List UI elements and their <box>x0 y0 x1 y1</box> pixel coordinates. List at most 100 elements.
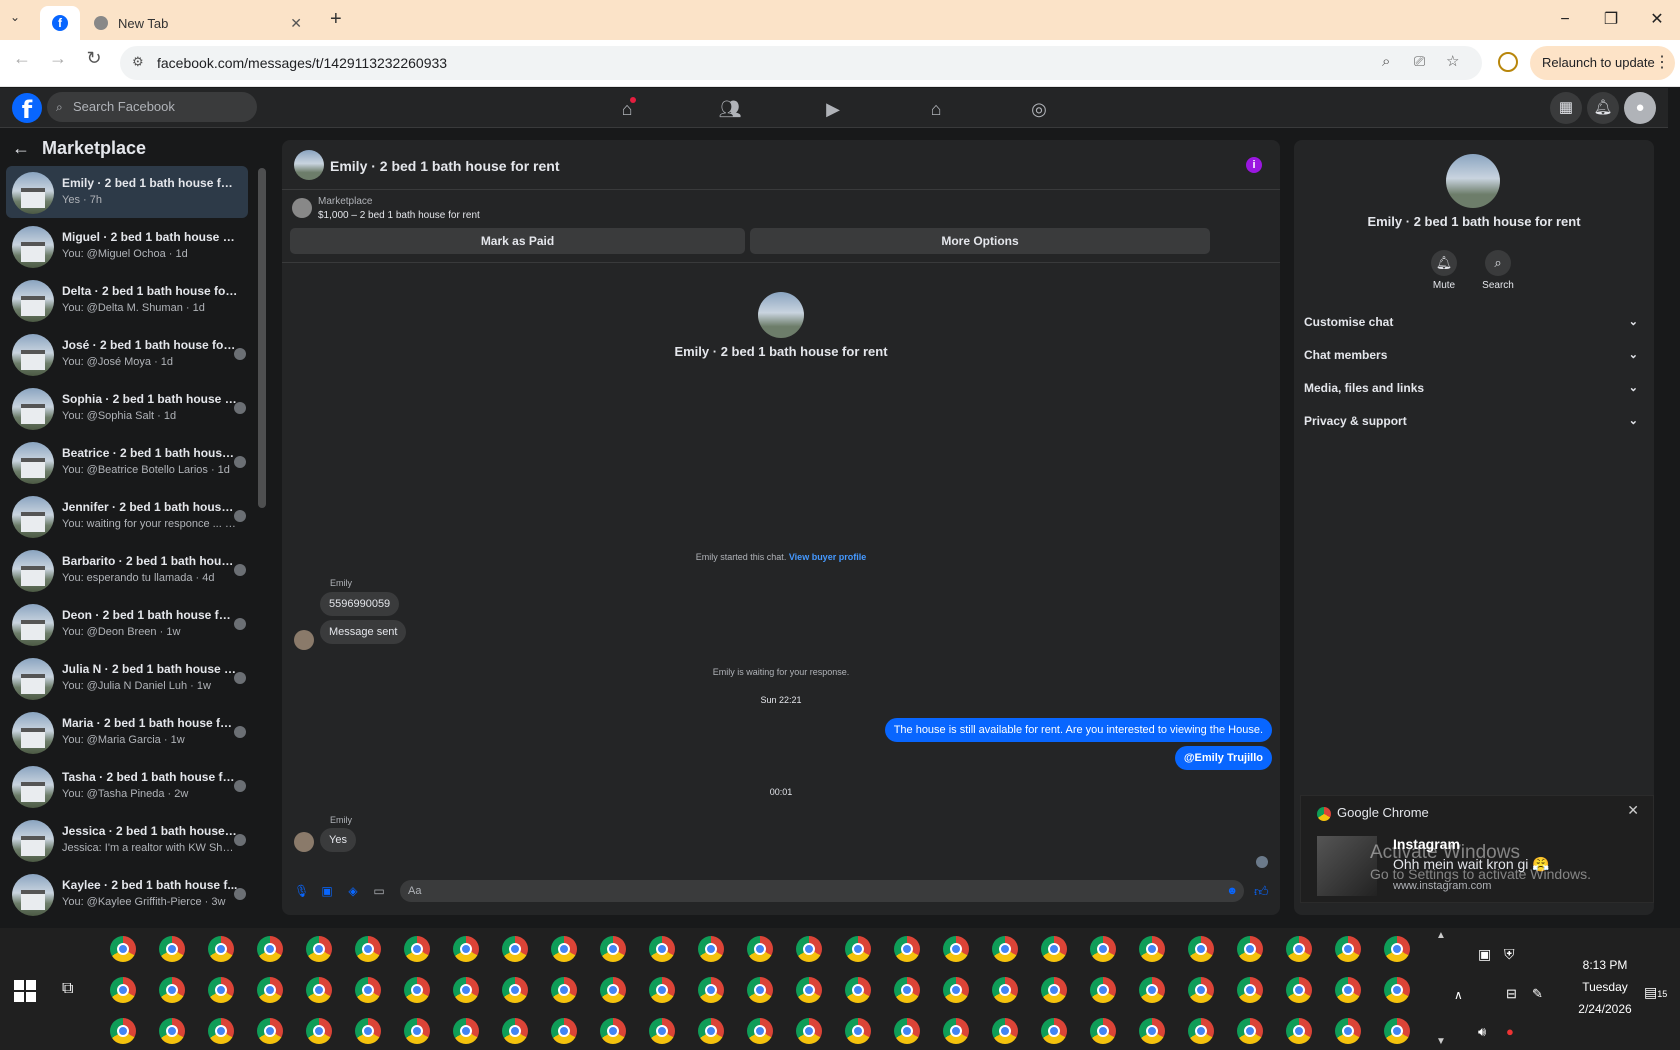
chrome-taskbar-icon[interactable] <box>1335 977 1361 1003</box>
meet-icon[interactable]: ▣ <box>1478 946 1491 963</box>
chrome-taskbar-icon[interactable] <box>796 936 822 962</box>
chrome-taskbar-icon[interactable] <box>1286 1018 1312 1044</box>
chrome-taskbar-icon[interactable] <box>796 977 822 1003</box>
notification-close-icon[interactable]: ✕ <box>1627 802 1639 819</box>
info-section-row[interactable]: Media, files and links ⌄ <box>1304 376 1644 400</box>
notification-center-icon[interactable]: ▤15 <box>1644 984 1667 1001</box>
minimize-button[interactable]: − <box>1550 8 1580 32</box>
chrome-taskbar-icon[interactable] <box>1237 936 1263 962</box>
new-tab-button[interactable]: + <box>330 8 342 31</box>
chrome-taskbar-icon[interactable] <box>551 977 577 1003</box>
tab-new-tab[interactable]: New Tab ✕ <box>84 6 314 40</box>
home-icon[interactable]: ⌂ <box>612 94 642 124</box>
photo-icon[interactable]: ▣ <box>320 884 334 898</box>
back-button[interactable]: ← <box>10 46 34 70</box>
taskbar-scroll-down[interactable]: ▼ <box>1436 1036 1446 1047</box>
info-icon[interactable]: i <box>1246 157 1262 173</box>
chrome-taskbar-icon[interactable] <box>1041 977 1067 1003</box>
chrome-taskbar-icon[interactable] <box>404 936 430 962</box>
windows-start-icon[interactable] <box>14 980 36 1002</box>
chrome-taskbar-icon[interactable] <box>943 1018 969 1044</box>
restore-button[interactable]: ❐ <box>1596 8 1626 32</box>
chrome-taskbar-icon[interactable] <box>649 1018 675 1044</box>
chrome-taskbar-icon[interactable] <box>1237 1018 1263 1044</box>
outgoing-message[interactable]: @Emily Trujillo <box>1174 746 1272 770</box>
page-scrollbar[interactable] <box>1668 88 1680 928</box>
conversation-item[interactable]: Maria · 2 bed 1 bath house for r... You: … <box>6 706 248 758</box>
chrome-taskbar-icon[interactable] <box>1139 936 1165 962</box>
incoming-message[interactable]: Message sent <box>320 620 407 644</box>
chrome-taskbar-icon[interactable] <box>698 977 724 1003</box>
back-arrow-icon[interactable]: ← <box>12 138 30 159</box>
chrome-taskbar-icon[interactable] <box>992 1018 1018 1044</box>
chrome-taskbar-icon[interactable] <box>502 977 528 1003</box>
message-input[interactable]: Aa ☻ <box>400 880 1244 902</box>
incoming-message[interactable]: 5596990059 <box>320 592 400 616</box>
chrome-taskbar-icon[interactable] <box>502 936 528 962</box>
install-app-icon[interactable]: ⎚ <box>1414 53 1425 70</box>
volume-icon[interactable]: 🔊︎ <box>1478 1024 1486 1040</box>
mark-as-paid-button[interactable]: Mark as Paid <box>290 228 745 254</box>
info-section-row[interactable]: Privacy & support ⌄ <box>1304 409 1644 433</box>
chrome-taskbar-icon[interactable] <box>1041 1018 1067 1044</box>
chrome-taskbar-icon[interactable] <box>355 1018 381 1044</box>
groups-icon[interactable]: ◎ <box>1024 94 1054 124</box>
chrome-taskbar-icon[interactable] <box>747 936 773 962</box>
chrome-taskbar-icon[interactable] <box>110 1018 136 1044</box>
microphone-icon[interactable]: 🎙︎ <box>294 884 309 898</box>
conversation-item[interactable]: Beatrice · 2 bed 1 bath house ... You: @B… <box>6 436 248 488</box>
profile-avatar[interactable] <box>1446 154 1500 208</box>
info-section-row[interactable]: Customise chat ⌄ <box>1304 310 1644 334</box>
chrome-taskbar-icon[interactable] <box>404 1018 430 1044</box>
conversation-scrollbar[interactable] <box>258 168 266 508</box>
info-section-row[interactable]: Chat members ⌄ <box>1304 343 1644 367</box>
conversation-item[interactable]: Jessica · 2 bed 1 bath house for ... Jess… <box>6 814 248 866</box>
outgoing-message[interactable]: The house is still available for rent. A… <box>884 718 1272 742</box>
chrome-taskbar-icon[interactable] <box>1139 1018 1165 1044</box>
chrome-taskbar-icon[interactable] <box>208 936 234 962</box>
chrome-taskbar-icon[interactable] <box>894 977 920 1003</box>
chrome-taskbar-icon[interactable] <box>1237 977 1263 1003</box>
chrome-taskbar-icon[interactable] <box>845 936 871 962</box>
clock-date[interactable]: 2/24/2026 <box>1570 1002 1640 1016</box>
chrome-taskbar-icon[interactable] <box>502 1018 528 1044</box>
chrome-taskbar-icon[interactable] <box>1188 1018 1214 1044</box>
pen-icon[interactable]: ✎ <box>1532 986 1543 1002</box>
chrome-taskbar-icon[interactable] <box>257 1018 283 1044</box>
chrome-taskbar-icon[interactable] <box>453 977 479 1003</box>
chrome-taskbar-icon[interactable] <box>600 1018 626 1044</box>
zoom-icon[interactable]: ⌕ <box>1382 53 1390 70</box>
chrome-taskbar-icon[interactable] <box>1139 977 1165 1003</box>
chrome-taskbar-icon[interactable] <box>1041 936 1067 962</box>
site-info-icon[interactable]: ⚙ <box>132 54 144 70</box>
chrome-taskbar-icon[interactable] <box>1286 936 1312 962</box>
chrome-taskbar-icon[interactable] <box>257 977 283 1003</box>
chrome-taskbar-icon[interactable] <box>208 977 234 1003</box>
chrome-taskbar-icon[interactable] <box>208 1018 234 1044</box>
conversation-item[interactable]: Emily · 2 bed 1 bath house for r... Yes ·… <box>6 166 248 218</box>
chrome-taskbar-icon[interactable] <box>306 1018 332 1044</box>
microphone-tray-icon[interactable]: ● <box>1506 1024 1514 1039</box>
account-avatar[interactable]: ● <box>1624 92 1656 124</box>
reload-button[interactable]: ↻ <box>82 46 106 70</box>
chrome-taskbar-icon[interactable] <box>649 936 675 962</box>
search-chat-button[interactable]: ⌕ Search <box>1468 250 1528 291</box>
chrome-taskbar-icon[interactable] <box>600 936 626 962</box>
chrome-taskbar-icon[interactable] <box>551 1018 577 1044</box>
chrome-taskbar-icon[interactable] <box>159 977 185 1003</box>
tab-close-icon[interactable]: ✕ <box>290 15 302 32</box>
friends-icon[interactable]: 👥︎ <box>715 94 745 124</box>
chrome-taskbar-icon[interactable] <box>159 936 185 962</box>
chrome-taskbar-icon[interactable] <box>894 1018 920 1044</box>
menu-grid-button[interactable]: ▦ <box>1550 92 1582 124</box>
tab-facebook[interactable]: f <box>40 6 80 40</box>
chrome-taskbar-icon[interactable] <box>1384 936 1410 962</box>
chrome-taskbar-icon[interactable] <box>747 977 773 1003</box>
chrome-taskbar-icon[interactable] <box>1188 936 1214 962</box>
video-icon[interactable]: ▶ <box>818 94 848 124</box>
gif-icon[interactable]: ▭ <box>372 884 386 898</box>
network-icon[interactable]: ⊟ <box>1506 986 1517 1002</box>
chrome-taskbar-icon[interactable] <box>796 1018 822 1044</box>
marketplace-icon[interactable]: ⌂ <box>921 94 951 124</box>
chrome-taskbar-icon[interactable] <box>1090 1018 1116 1044</box>
